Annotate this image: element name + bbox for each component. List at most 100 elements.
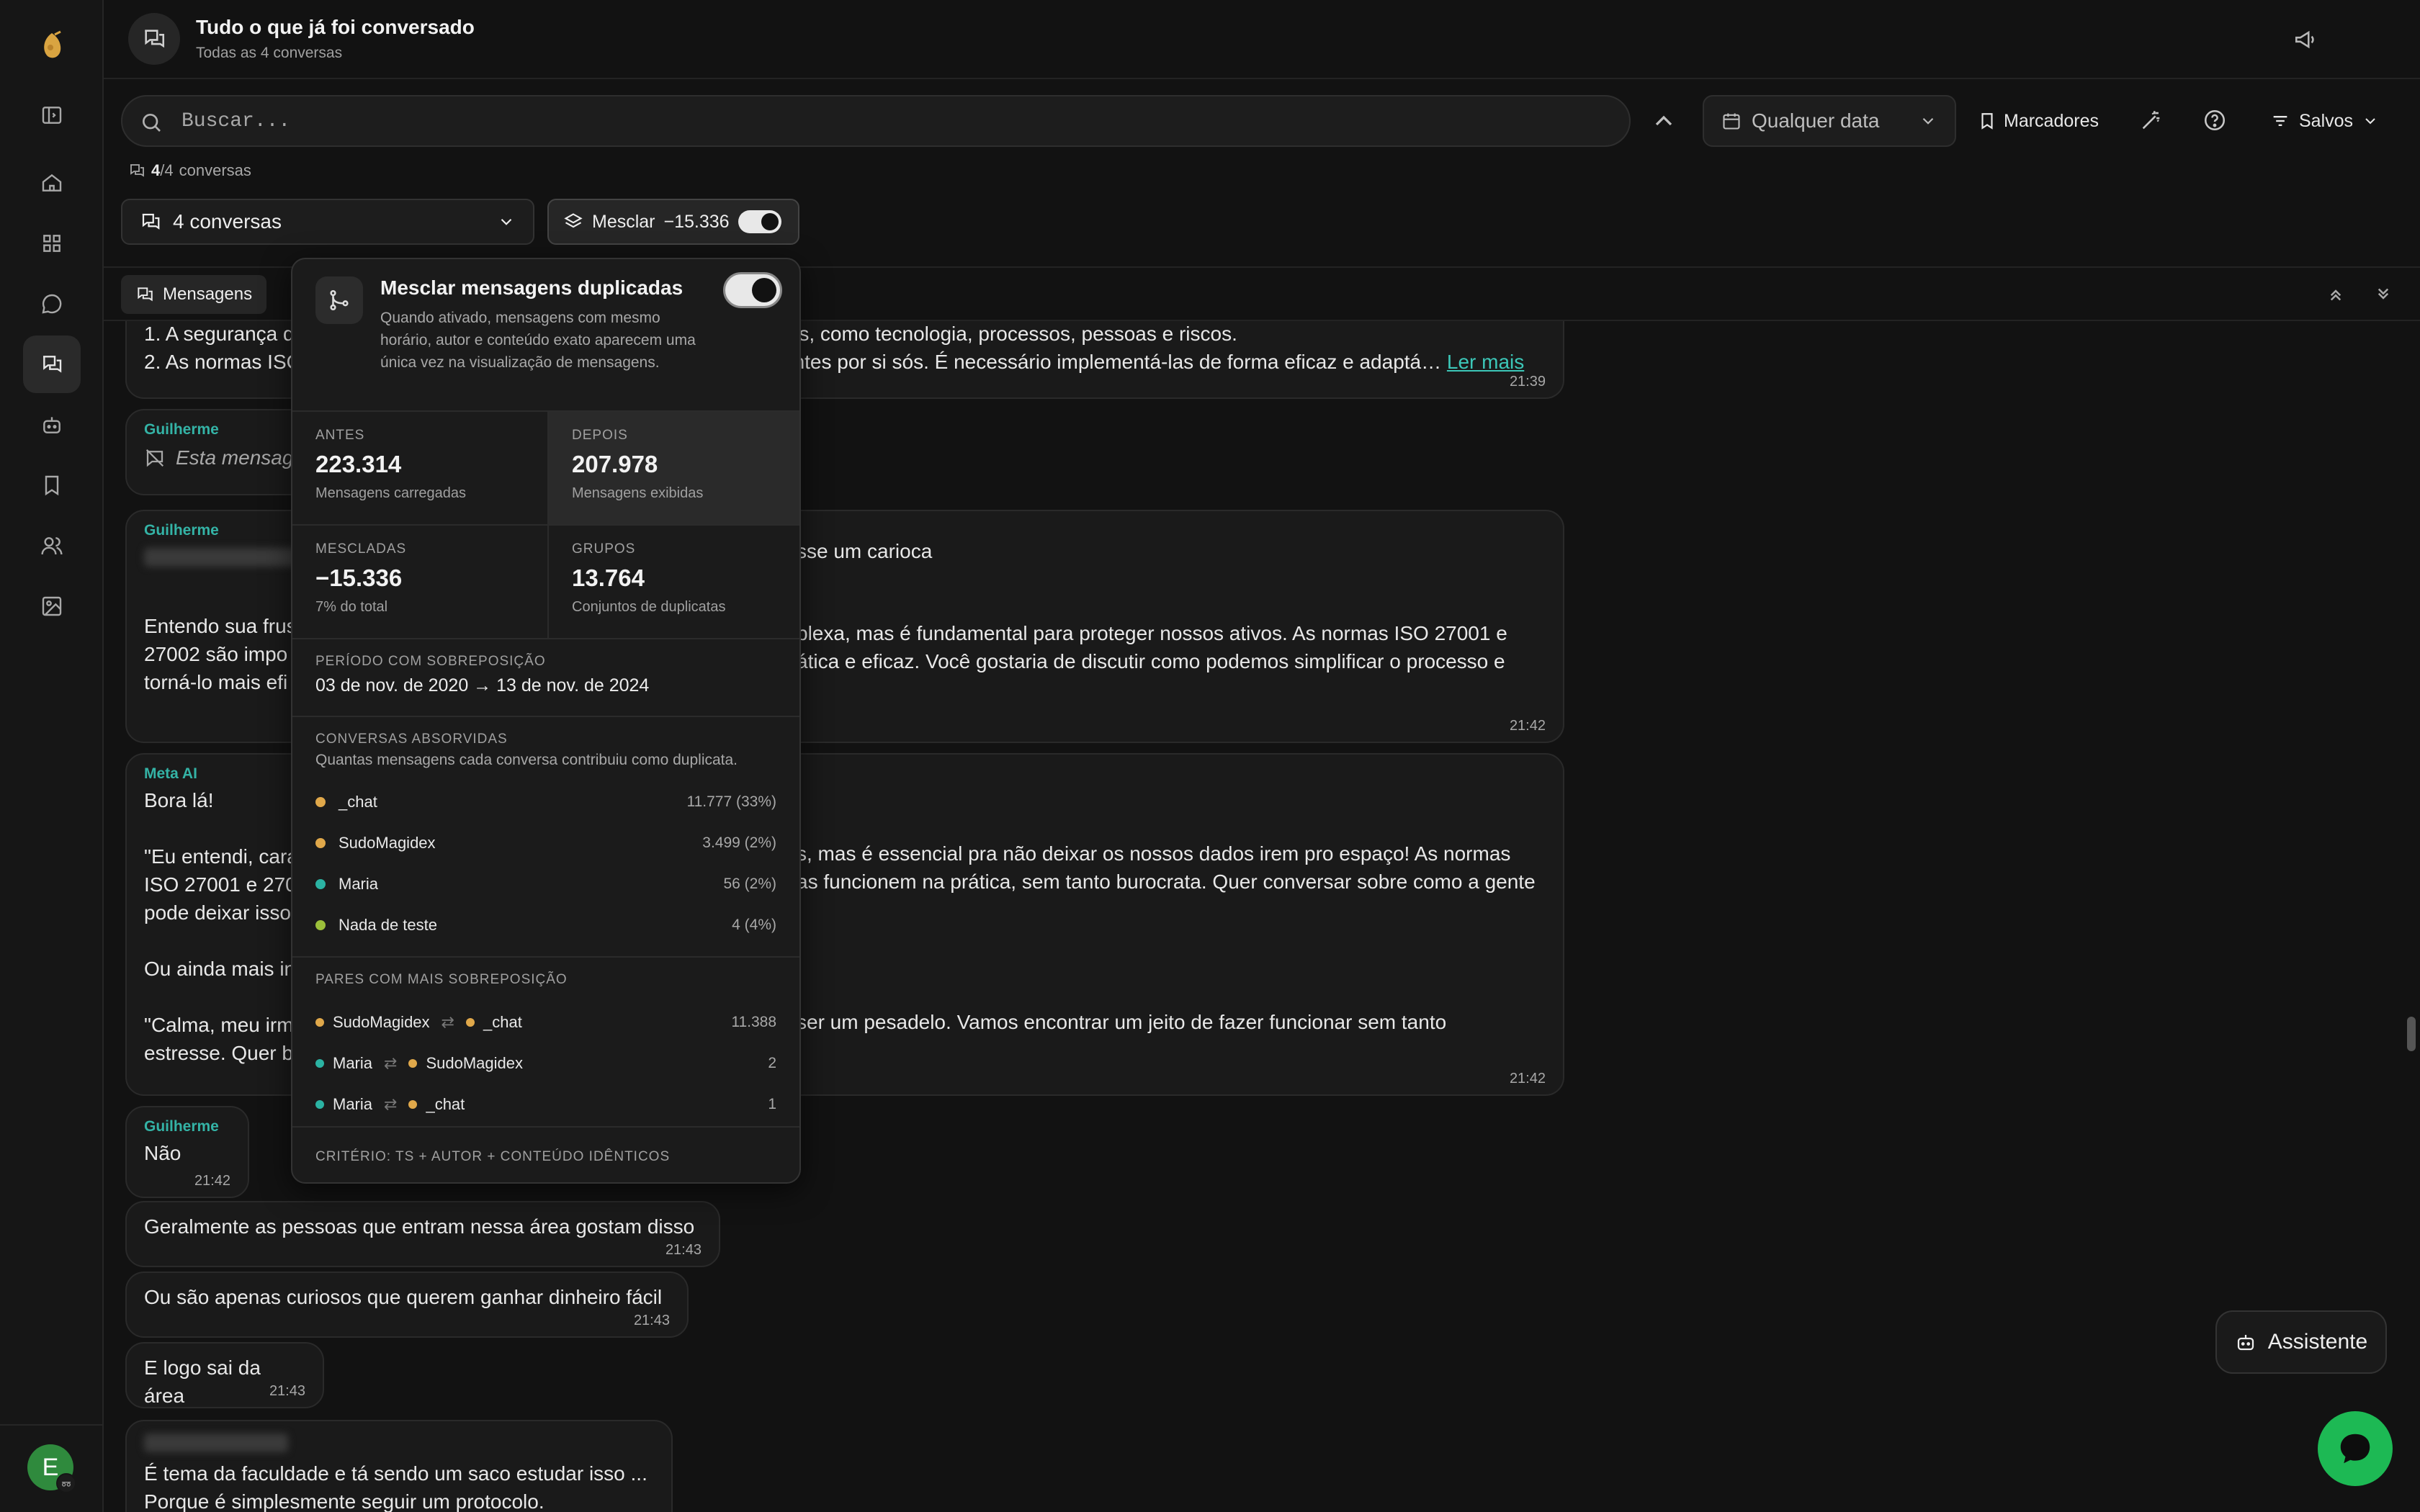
- message-bubble[interactable]: Guilherme Não 21:42: [125, 1106, 249, 1198]
- message-text: E logo sai da área: [144, 1356, 261, 1407]
- filter-lines-icon: [2270, 111, 2290, 131]
- color-dot: [315, 1018, 324, 1027]
- stat-label: MESCLADAS: [315, 541, 407, 557]
- message-line: tos, como tecnologia, processos, pessoas…: [782, 323, 1237, 345]
- count-total: 4: [164, 161, 174, 179]
- message-text: Geralmente as pessoas que entram nessa á…: [144, 1215, 695, 1238]
- merge-duplicates-toggle[interactable]: [723, 272, 782, 308]
- conversations-small-icon: [128, 162, 145, 179]
- megaphone-icon[interactable]: [2293, 27, 2318, 52]
- search-input[interactable]: [180, 107, 1606, 135]
- conversation-select[interactable]: 4 conversas: [121, 199, 534, 245]
- stat-value: 13.764: [572, 564, 645, 591]
- merge-duplicates-button[interactable]: Mesclar −15.336: [547, 199, 799, 245]
- stat-value: 223.314: [315, 451, 402, 477]
- stat-label: ANTES: [315, 428, 365, 443]
- popover-description: Quando ativado, mensagens com mesmo horá…: [380, 310, 696, 371]
- bookmarks-label: Marcadores: [2004, 110, 2099, 131]
- message-bubble[interactable]: Guilherme Esta mensag: [125, 409, 313, 495]
- section-label: PARES COM MAIS SOBREPOSIÇÃO: [315, 972, 568, 987]
- stat-before: ANTES 223.314 Mensagens carregadas: [292, 412, 547, 526]
- message-right-fragment: tos, como tecnologia, processos, pessoas…: [782, 321, 1553, 376]
- tab-messages-label: Mensagens: [163, 284, 253, 304]
- absorbed-row: Nada de teste 4 (4%): [315, 911, 776, 940]
- tab-messages[interactable]: Mensagens: [121, 275, 267, 314]
- message-line: as funcionem na prática, sem tanto buroc…: [797, 870, 1536, 893]
- bookmark-icon[interactable]: [23, 456, 81, 514]
- message-line: ática e eficaz. Você gostaria de discuti…: [797, 650, 1505, 672]
- scroll-to-top-icon[interactable]: [2325, 284, 2347, 305]
- pair-b: _chat: [426, 1095, 465, 1113]
- stat-label: DEPOIS: [572, 428, 628, 443]
- conversations-icon[interactable]: [23, 336, 81, 393]
- stat-groups: GRUPOS 13.764 Conjuntos de duplicatas: [547, 526, 799, 639]
- chat-icon[interactable]: [23, 275, 81, 333]
- stat-value: −15.336: [315, 564, 403, 591]
- swap-arrows-icon: ⇄: [384, 1095, 398, 1113]
- message-scrollbar[interactable]: [2400, 321, 2420, 1512]
- absorbed-value: 11.777 (33%): [686, 793, 776, 810]
- stat-desc: 7% do total: [315, 599, 388, 615]
- sidebar-divider: [0, 1424, 104, 1426]
- magic-wand-icon[interactable]: [2139, 108, 2164, 132]
- scrollbar-thumb[interactable]: [2407, 1017, 2416, 1051]
- page-subtitle: Todas as 4 conversas: [196, 45, 343, 61]
- message-time: 21:43: [665, 1242, 702, 1258]
- date-filter-dropdown[interactable]: Qualquer data: [1703, 95, 1956, 147]
- pair-a: Maria: [333, 1054, 373, 1072]
- calendar-icon: [1721, 111, 1742, 131]
- search-icon: [140, 111, 163, 134]
- pair-a: SudoMagidex: [333, 1013, 430, 1031]
- search-bar[interactable]: [121, 95, 1631, 147]
- message-line: É tema da faculdade e tá sendo um saco e…: [144, 1462, 647, 1485]
- popover-header: Mesclar mensagens duplicadas Quando ativ…: [292, 259, 799, 412]
- chevron-down-icon: [1919, 112, 1937, 130]
- collapse-filters-chevron-up-icon[interactable]: [1649, 107, 1678, 135]
- dashboard-grid-icon[interactable]: [23, 215, 81, 272]
- saved-filters-button[interactable]: Salvos: [2270, 105, 2379, 137]
- message-line: sse um carioca: [797, 540, 933, 562]
- message-time: 21:42: [1509, 1071, 1546, 1086]
- deleted-message-icon: [144, 447, 166, 469]
- absorbed-row: Maria 56 (2%): [315, 870, 776, 899]
- swap-arrows-icon: ⇄: [441, 1013, 454, 1031]
- assistant-button[interactable]: Assistente: [2215, 1310, 2387, 1374]
- message-time: 21:39: [1509, 374, 1546, 390]
- conversation-select-label: 4 conversas: [173, 210, 282, 233]
- message-bubble[interactable]: Geralmente as pessoas que entram nessa á…: [125, 1201, 720, 1267]
- stat-after: DEPOIS 207.978 Mensagens exibidas: [547, 412, 799, 526]
- read-more-link[interactable]: Ler mais: [1447, 351, 1524, 373]
- absorbed-value: 3.499 (2%): [702, 834, 776, 851]
- message-bubble[interactable]: Ou são apenas curiosos que querem ganhar…: [125, 1272, 689, 1338]
- message-bubble[interactable]: E logo sai da área 21:43: [125, 1342, 324, 1408]
- image-icon[interactable]: [23, 577, 81, 635]
- scroll-to-bottom-icon[interactable]: [2372, 284, 2394, 305]
- absorbed-value: 56 (2%): [723, 876, 776, 892]
- chat-support-button[interactable]: [2318, 1411, 2393, 1486]
- bot-icon[interactable]: [23, 396, 81, 454]
- date-filter-label: Qualquer data: [1752, 109, 1880, 132]
- stat-value: 207.978: [572, 451, 658, 477]
- app-logo-icon[interactable]: [35, 29, 69, 63]
- home-icon[interactable]: [23, 154, 81, 212]
- swap-arrows-icon: ⇄: [384, 1054, 398, 1072]
- bookmarks-button[interactable]: Marcadores: [1978, 105, 2099, 137]
- toggle-sidebar-icon[interactable]: [23, 86, 81, 144]
- absorbed-name: Nada de teste: [339, 916, 437, 934]
- users-icon[interactable]: [23, 517, 81, 575]
- message-bubble[interactable]: É tema da faculdade e tá sendo um saco e…: [125, 1420, 673, 1512]
- blurred-quote: [144, 548, 302, 567]
- message-line: entes por si sós. É necessário implement…: [782, 351, 1442, 373]
- help-icon[interactable]: [2202, 108, 2227, 132]
- merge-toggle[interactable]: [738, 210, 781, 233]
- message-author: Guilherme: [144, 1118, 219, 1135]
- merge-duplicates-popover: Mesclar mensagens duplicadas Quando ativ…: [291, 258, 801, 1184]
- conversations-select-icon: [140, 211, 161, 233]
- chevron-down-icon: [497, 212, 516, 231]
- conversations-header-icon: [128, 13, 180, 65]
- color-dot: [315, 879, 326, 889]
- pair-a: Maria: [333, 1095, 373, 1113]
- pair-row: Maria ⇄ SudoMagidex 2: [315, 1049, 776, 1078]
- section-desc: Quantas mensagens cada conversa contribu…: [315, 752, 738, 768]
- section-label: PERÍODO COM SOBREPOSIÇÃO: [315, 654, 546, 669]
